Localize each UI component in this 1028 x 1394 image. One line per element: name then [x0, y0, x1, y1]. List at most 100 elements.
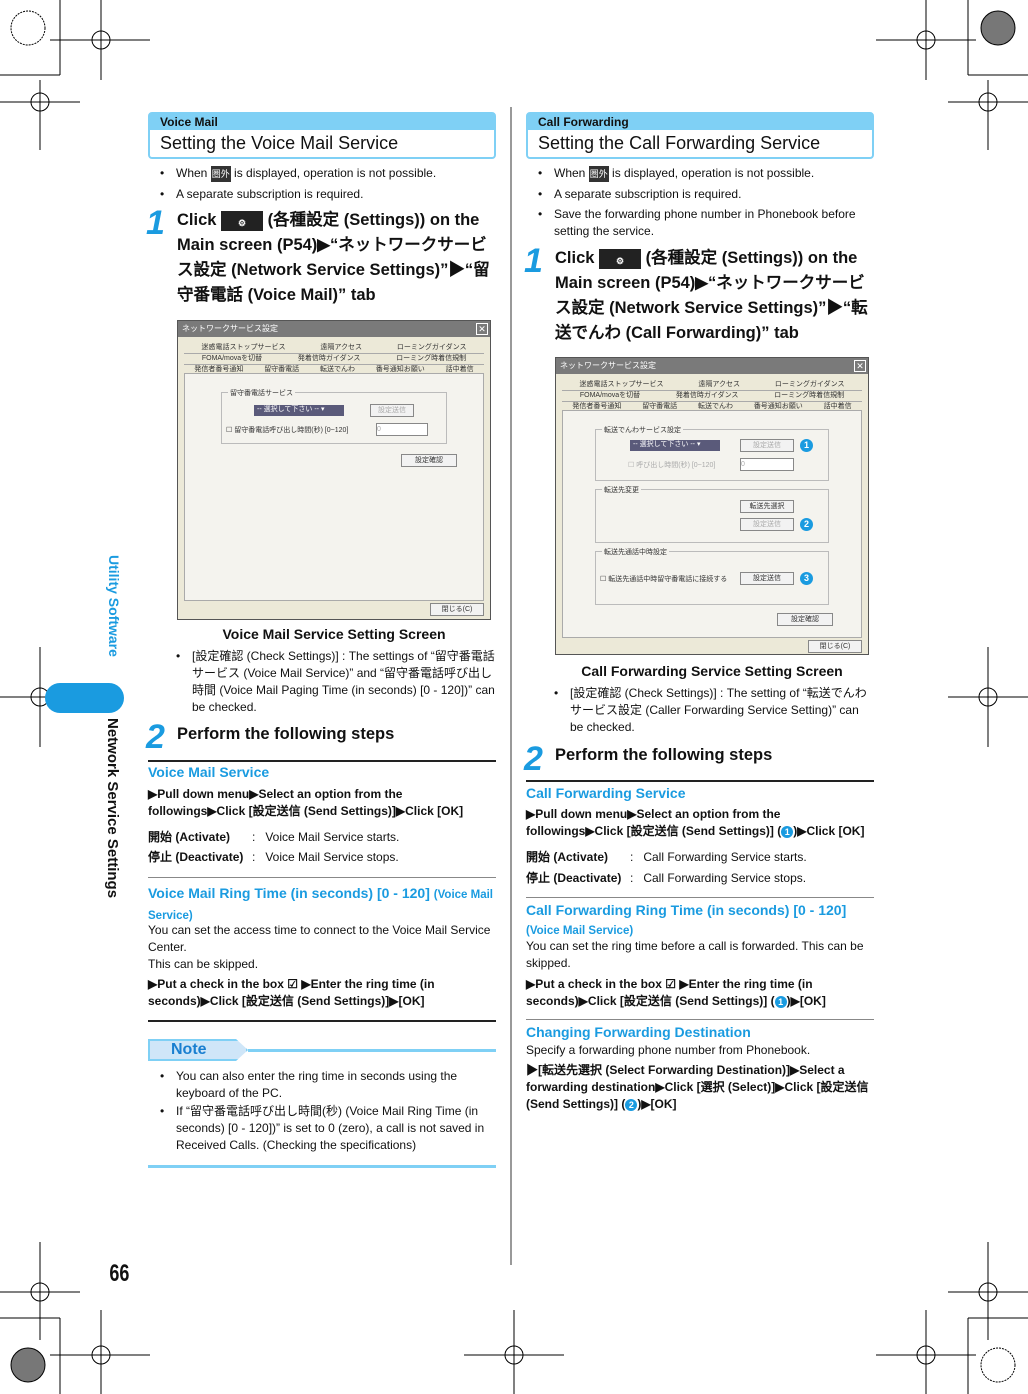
bullet: [設定確認 (Check Settings)] : The settings o… — [164, 648, 496, 716]
subheading: Call Forwarding Ring Time (in seconds) [… — [526, 902, 847, 937]
option-row: 停止 (Deactivate): Voice Mail Service stop… — [148, 850, 399, 864]
chapter-label: Network Service Settings — [104, 718, 121, 899]
step-text: Perform the following steps — [555, 746, 773, 764]
subheading: Call Forwarding Service — [526, 785, 686, 801]
ring-time-checkbox[interactable]: ☐ 留守番電話呼び出し時間(秒) [0~120] — [226, 425, 348, 435]
close-button[interactable]: 閉じる(C) — [808, 640, 862, 653]
option-row: 開始 (Activate): Voice Mail Service starts… — [148, 830, 400, 844]
tab[interactable]: 発着信時ガイダンス — [298, 354, 361, 364]
divider — [526, 1019, 874, 1020]
paragraph: You can set the ring time before a call … — [526, 939, 864, 970]
step-number: 2 — [146, 718, 165, 756]
divider — [148, 1165, 496, 1168]
step-number: 1 — [524, 242, 543, 280]
tab[interactable]: 遠隔アクセス — [698, 380, 740, 390]
subheading: Voice Mail Service — [148, 764, 270, 780]
tab[interactable]: FOMA/movaを切替 — [202, 354, 262, 364]
tab[interactable]: 迷惑電話ストップサービス — [201, 343, 285, 353]
subheading: Voice Mail Ring Time (in seconds) [0 - 1… — [148, 885, 493, 922]
tab[interactable]: ローミング時着信規制 — [396, 354, 466, 364]
divider — [148, 760, 496, 762]
send-settings-button[interactable]: 設定送信 — [740, 572, 794, 585]
ring-time-checkbox[interactable]: ☐ 呼び出し時間(秒) [0~120] — [628, 460, 715, 470]
tab[interactable]: 遠隔アクセス — [320, 343, 362, 353]
step-text: Click ⚙ (各種設定 (Settings)) on the Main sc… — [177, 210, 490, 304]
category-label: Call Forwarding — [528, 114, 872, 130]
divider — [148, 877, 496, 878]
section-header: Voice Mail Setting the Voice Mail Servic… — [148, 112, 496, 159]
paragraph: You can set the access time to connect t… — [148, 923, 491, 954]
bullet: Save the forwarding phone number in Phon… — [526, 206, 874, 240]
close-button[interactable]: 閉じる(C) — [430, 603, 484, 616]
marker-2: 2 — [800, 518, 813, 531]
tab[interactable]: ローミングガイダンス — [397, 343, 467, 353]
tab[interactable]: ローミングガイダンス — [775, 380, 845, 390]
ring-time-input[interactable]: 0 — [376, 423, 428, 436]
section-title: Setting the Voice Mail Service — [160, 133, 399, 153]
tab[interactable]: FOMA/movaを切替 — [580, 391, 640, 401]
close-icon[interactable]: ✕ — [476, 323, 488, 335]
marker-1: 1 — [781, 825, 794, 838]
settings-icon: ⚙ — [221, 210, 264, 231]
procedure: ▶Put a check in the box ☑ ▶Enter the rin… — [148, 977, 435, 1008]
step-text: Click ⚙ (各種設定 (Settings)) on the Main sc… — [555, 248, 868, 342]
paragraph: This can be skipped. — [148, 957, 259, 971]
bullet: When 圏外 is displayed, operation is not p… — [526, 165, 814, 182]
marker-3: 3 — [800, 572, 813, 585]
step-number: 1 — [146, 204, 165, 242]
tab[interactable]: ローミング時着信規制 — [774, 391, 844, 401]
check-settings-button[interactable]: 設定確認 — [777, 613, 833, 626]
category-label: Voice Mail — [150, 114, 494, 130]
call-forwarding-dialog: ネットワークサービス設定 ✕ 迷惑電話ストップサービス 遠隔アクセス ローミングガイダ… — [555, 357, 869, 655]
chapter-tab-marker — [45, 683, 124, 713]
procedure: ▶Put a check in the box ☑ ▶Enter the rin… — [526, 977, 826, 1008]
divider — [526, 780, 874, 782]
marker-1: 1 — [800, 439, 813, 452]
service-select[interactable]: -- 選択して下さい -- ▾ — [254, 405, 344, 416]
step-number: 2 — [524, 740, 543, 778]
tab-bar: 迷惑電話ストップサービス 遠隔アクセス ローミングガイダンス FOMA/movaを切… — [184, 343, 484, 376]
out-of-service-icon: 圏外 — [210, 165, 231, 182]
marker-1: 1 — [774, 995, 787, 1008]
procedure: ▶Pull down menu▶Select an option from th… — [148, 787, 464, 818]
send-settings-button[interactable]: 設定送信 — [370, 404, 414, 417]
bullet: A separate subscription is required. — [526, 186, 741, 203]
tab[interactable]: 発着信時ガイダンス — [676, 391, 739, 401]
note-item: If “留守番電話呼び出し時間(秒) (Voice Mail Ring Time… — [148, 1103, 493, 1154]
select-destination-button[interactable]: 転送先選択 — [740, 500, 794, 513]
paragraph: Specify a forwarding phone number from P… — [526, 1043, 811, 1057]
section-header: Call Forwarding Setting the Call Forward… — [526, 112, 874, 159]
divider — [526, 897, 874, 898]
note-label: Note — [171, 1041, 207, 1058]
send-settings-button[interactable]: 設定送信 — [740, 518, 794, 531]
bullet: [設定確認 (Check Settings)] : The setting of… — [542, 685, 874, 736]
settings-icon: ⚙ — [599, 248, 642, 269]
section-label: Utility Software — [106, 555, 122, 657]
service-select[interactable]: -- 選択して下さい -- ▾ — [630, 440, 720, 451]
bullet: When 圏外 is displayed, operation is not p… — [148, 165, 436, 182]
procedure: ▶[転送先選択 (Select Forwarding Destination)]… — [526, 1063, 869, 1111]
note-item: You can also enter the ring time in seco… — [148, 1068, 493, 1102]
page-number: 66 — [109, 1260, 130, 1287]
figure-caption: Call Forwarding Service Setting Screen — [581, 663, 843, 679]
step-text: Perform the following steps — [177, 725, 395, 743]
check-settings-button[interactable]: 設定確認 — [401, 454, 457, 467]
voice-mail-dialog: ネットワークサービス設定 ✕ 迷惑電話ストップサービス 遠隔アクセス ローミングガイダ… — [177, 320, 491, 620]
ring-time-input[interactable]: 0 — [740, 458, 794, 471]
close-icon[interactable]: ✕ — [854, 360, 866, 372]
section-title: Setting the Call Forwarding Service — [538, 133, 821, 153]
tab[interactable]: 迷惑電話ストップサービス — [579, 380, 663, 390]
divider — [248, 1049, 496, 1052]
option-row: 停止 (Deactivate): Call Forwarding Service… — [526, 871, 807, 885]
subheading: Changing Forwarding Destination — [526, 1024, 751, 1040]
bullet: A separate subscription is required. — [148, 186, 363, 203]
marker-2: 2 — [625, 1098, 638, 1111]
divider — [148, 1020, 496, 1022]
procedure: ▶Pull down menu▶Select an option from th… — [526, 807, 865, 838]
send-settings-button[interactable]: 設定送信 — [740, 439, 794, 452]
option-row: 開始 (Activate): Call Forwarding Service s… — [526, 850, 807, 864]
busy-voicemail-checkbox[interactable]: ☐ 転送先通話中時留守番電話に接続する — [600, 574, 727, 584]
tab-bar: 迷惑電話ストップサービス 遠隔アクセス ローミングガイダンス FOMA/movaを切… — [562, 380, 862, 413]
out-of-service-icon: 圏外 — [588, 165, 609, 182]
figure-caption: Voice Mail Service Setting Screen — [222, 626, 446, 642]
